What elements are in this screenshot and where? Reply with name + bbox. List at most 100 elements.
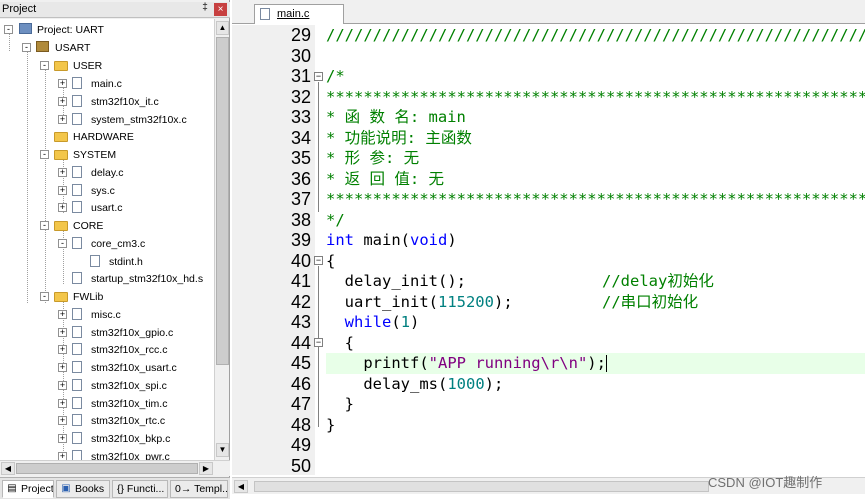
code-line[interactable]: } <box>326 394 865 415</box>
file-icon <box>72 77 82 89</box>
code-line[interactable]: * 函 数 名: main <box>326 107 865 128</box>
scroll-left-icon[interactable]: ◀ <box>234 480 248 493</box>
scroll-thumb[interactable] <box>254 481 709 492</box>
code-area[interactable]: 29 30 31 32 33 34 35 36 37 38 39 40 41 4… <box>232 25 865 475</box>
code-line-current[interactable]: printf("APP running\r\n"); <box>326 353 865 374</box>
expand-icon[interactable]: + <box>58 186 67 195</box>
file-icon <box>72 379 82 391</box>
tree-node-label: misc.c <box>91 309 121 321</box>
expand-icon[interactable]: + <box>58 345 67 354</box>
keyword: void <box>410 231 448 249</box>
tab-label: 0→ Templ... <box>175 483 228 495</box>
close-icon[interactable]: × <box>214 3 227 16</box>
scroll-up-icon[interactable]: ▲ <box>216 21 229 35</box>
tree-node-label: stm32f10x_it.c <box>91 96 159 108</box>
collapse-icon[interactable]: - <box>58 239 67 248</box>
fold-collapse-icon[interactable]: − <box>314 256 323 265</box>
expand-icon[interactable]: + <box>58 416 67 425</box>
collapse-icon[interactable]: - <box>4 25 13 34</box>
tab-books[interactable]: ▣ Books <box>56 480 110 498</box>
code-line[interactable]: uart_init(115200); //串口初始化 <box>326 292 865 313</box>
code-line[interactable]: */ <box>326 210 865 231</box>
expand-icon[interactable]: + <box>58 168 67 177</box>
tree-node-label: stm32f10x_rcc.c <box>91 344 168 356</box>
expand-icon[interactable]: + <box>58 328 67 337</box>
tree-vertical-scrollbar[interactable]: ▲ ▼ <box>214 19 229 460</box>
tree-node-label: stm32f10x_spi.c <box>91 380 167 392</box>
file-icon <box>72 113 82 125</box>
collapse-icon[interactable]: - <box>40 221 49 230</box>
code-line[interactable] <box>326 435 865 456</box>
file-icon <box>90 255 100 267</box>
scroll-right-icon[interactable]: ▶ <box>199 462 213 475</box>
file-icon <box>72 414 82 426</box>
code-line[interactable]: * 功能说明: 主函数 <box>326 128 865 149</box>
collapse-icon[interactable]: - <box>40 150 49 159</box>
folder-icon <box>54 292 68 302</box>
code-line[interactable]: * 返 回 值: 无 <box>326 169 865 190</box>
collapse-icon[interactable]: - <box>40 61 49 70</box>
code-line[interactable]: ////////////////////////////////////////… <box>326 25 865 46</box>
pin-icon[interactable]: ‡ <box>199 2 211 16</box>
line-number: 43 <box>290 312 311 332</box>
expand-icon[interactable]: + <box>58 115 67 124</box>
scroll-thumb[interactable] <box>216 37 229 365</box>
line-number: 49 <box>290 435 311 455</box>
tree-horizontal-scrollbar[interactable]: ◀ ▶ <box>0 460 230 476</box>
collapse-icon[interactable]: - <box>40 292 49 301</box>
line-number: 48 <box>290 414 311 435</box>
tree-node-label: main.c <box>91 78 122 90</box>
code-line[interactable]: ****************************************… <box>326 87 865 108</box>
line-number: 38 <box>290 209 311 230</box>
tab-label: main.c <box>277 8 310 20</box>
project-tab-icon: ▤ <box>7 483 17 494</box>
code-line[interactable]: while(1) <box>326 312 865 333</box>
editor-tab-bar: main.c <box>232 0 865 24</box>
expand-icon[interactable]: + <box>58 97 67 106</box>
code-line[interactable]: int main(void) <box>326 230 865 251</box>
tab-templates[interactable]: 0→ Templ... <box>170 480 228 498</box>
tree-node-label: stm32f10x_rtc.c <box>91 415 166 427</box>
code-line[interactable]: ****************************************… <box>326 189 865 210</box>
line-number: 30 <box>290 45 311 66</box>
expand-icon[interactable]: + <box>58 452 67 460</box>
code-line[interactable]: { <box>326 333 865 354</box>
code-line[interactable]: delay_init(); //delay初始化 <box>326 271 865 292</box>
collapse-icon[interactable]: - <box>22 43 31 52</box>
tab-project[interactable]: ▤ Project <box>2 480 54 498</box>
line-number: 42 <box>290 291 311 312</box>
code-token: delay_init(); <box>326 272 466 290</box>
file-icon <box>260 8 270 20</box>
code-line[interactable]: * 形 参: 无 <box>326 148 865 169</box>
tree-node-label: core_cm3.c <box>91 238 146 250</box>
expand-icon[interactable]: + <box>58 381 67 390</box>
scroll-thumb[interactable] <box>16 463 198 474</box>
code-line[interactable]: } <box>326 415 865 436</box>
line-number-gutter: 29 30 31 32 33 34 35 36 37 38 39 40 41 4… <box>232 25 315 475</box>
tab-functions[interactable]: {} Functi... <box>112 480 168 498</box>
tree-node-label: stm32f10x_tim.c <box>91 398 168 410</box>
ide-window: Project ‡ × - Project: UART - USART - US… <box>0 0 865 499</box>
number-literal: 1 <box>400 313 411 331</box>
code-line[interactable]: delay_ms(1000); <box>326 374 865 395</box>
code-line[interactable]: { <box>326 251 865 272</box>
scroll-down-icon[interactable]: ▼ <box>216 443 229 457</box>
code-editor: main.c 29 30 31 32 33 34 35 36 37 38 39 … <box>232 0 865 499</box>
code-token: ); <box>484 374 504 393</box>
expand-icon[interactable]: + <box>58 399 67 408</box>
scroll-left-icon[interactable]: ◀ <box>1 462 15 475</box>
fold-collapse-icon[interactable]: − <box>314 338 323 347</box>
line-number: 45 <box>290 353 311 373</box>
file-icon <box>72 397 82 409</box>
code-comment: //串口初始化 <box>602 292 699 311</box>
expand-icon[interactable]: + <box>58 363 67 372</box>
expand-icon[interactable]: + <box>58 310 67 319</box>
tab-main-c[interactable]: main.c <box>254 4 344 24</box>
expand-icon[interactable]: + <box>58 203 67 212</box>
expand-icon[interactable]: + <box>58 79 67 88</box>
expand-icon[interactable]: + <box>58 434 67 443</box>
code-line[interactable]: /* <box>326 66 865 87</box>
fold-line <box>318 82 319 212</box>
fold-collapse-icon[interactable]: − <box>314 72 323 81</box>
code-line[interactable] <box>326 46 865 67</box>
